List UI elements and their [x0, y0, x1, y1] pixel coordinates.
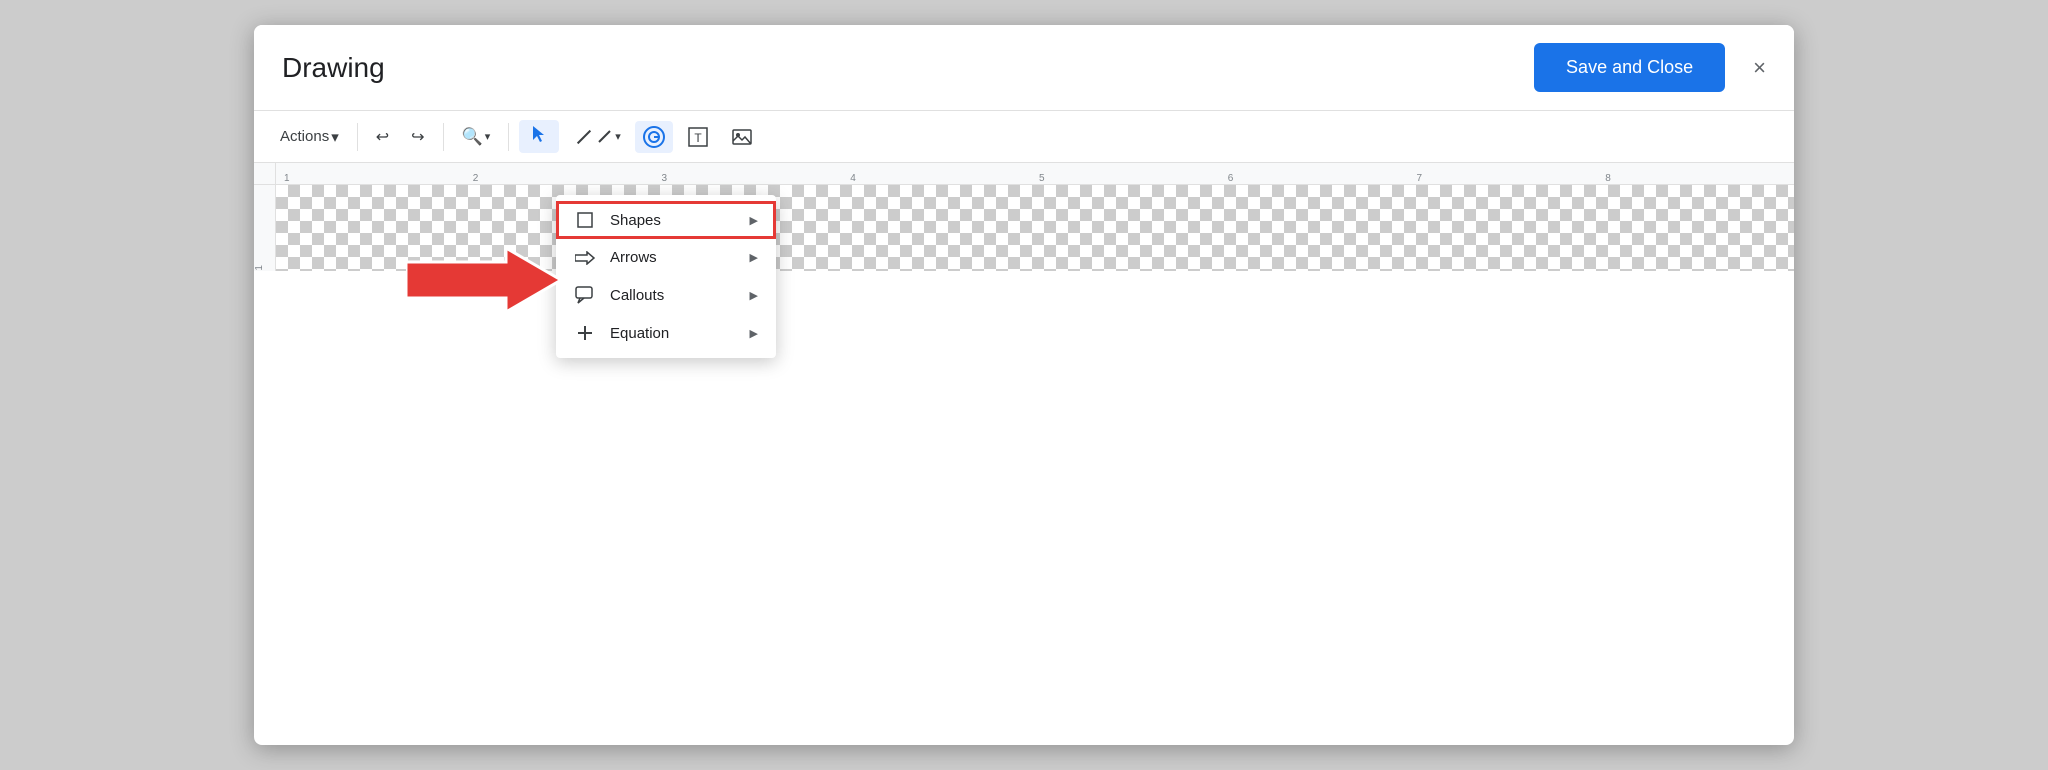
menu-item-arrows[interactable]: Arrows ▶ [556, 239, 776, 276]
arrows-menu-icon [574, 251, 596, 265]
redo-button[interactable]: ↪ [403, 122, 432, 152]
toolbar-separator-1 [357, 123, 358, 151]
ruler-top: 1 2 3 4 5 6 7 8 [276, 163, 1794, 184]
ruler-left: 1 [254, 185, 276, 271]
insert-shapes-icon [643, 126, 665, 148]
undo-icon: ↩ [376, 127, 389, 147]
line-tool-icon [597, 129, 613, 145]
menu-item-callouts[interactable]: Callouts ▶ [556, 276, 776, 314]
line-dropdown-arrow: ▾ [615, 130, 621, 143]
text-tool-icon: T [687, 126, 709, 148]
drawing-dialog: Drawing Save and Close × Actions ▾ ↩ ↪ 🔍… [254, 25, 1794, 745]
ruler-mark-8: 8 [1605, 173, 1794, 184]
drawing-canvas[interactable]: Shapes ▶ Arrows ▶ [276, 185, 1794, 271]
equation-menu-label: Equation [610, 325, 736, 342]
red-arrow-annotation [406, 240, 566, 325]
canvas-area: 1 2 3 4 5 6 7 8 1 [254, 163, 1794, 745]
cursor-icon [529, 124, 549, 149]
ruler-mark-4: 4 [850, 173, 1039, 184]
dialog-title: Drawing [282, 52, 385, 84]
actions-label: Actions [280, 128, 329, 145]
toolbar-separator-2 [443, 123, 444, 151]
shapes-menu-arrow: ▶ [750, 214, 758, 227]
line-tool-button[interactable]: ▾ [565, 124, 629, 150]
toolbar-separator-3 [508, 123, 509, 151]
select-tool-button[interactable] [519, 120, 559, 153]
image-tool-button[interactable] [723, 121, 761, 153]
redo-icon: ↪ [411, 127, 424, 147]
callouts-menu-arrow: ▶ [750, 289, 758, 302]
insert-shapes-button[interactable] [635, 121, 673, 153]
callouts-menu-label: Callouts [610, 287, 736, 304]
ruler-corner [254, 163, 276, 184]
zoom-icon: 🔍 [462, 127, 483, 147]
ruler-mark-5: 5 [1039, 173, 1228, 184]
line-icon [577, 129, 591, 143]
ruler-mark-1: 1 [284, 173, 473, 184]
zoom-button[interactable]: 🔍 ▾ [454, 122, 499, 152]
shapes-menu-icon [574, 211, 596, 229]
toolbar: Actions ▾ ↩ ↪ 🔍 ▾ [254, 111, 1794, 163]
svg-text:T: T [694, 131, 702, 145]
ruler-mark-3: 3 [662, 173, 851, 184]
dropdown-menu: Shapes ▶ Arrows ▶ [556, 195, 776, 358]
equation-menu-arrow: ▶ [750, 327, 758, 340]
dialog-header: Drawing Save and Close × [254, 25, 1794, 111]
ruler-mark-2: 2 [473, 173, 662, 184]
menu-item-shapes[interactable]: Shapes ▶ [556, 201, 776, 239]
equation-menu-icon [574, 324, 596, 342]
ruler-mark-7: 7 [1417, 173, 1606, 184]
actions-button[interactable]: Actions ▾ [272, 123, 347, 151]
undo-button[interactable]: ↩ [368, 122, 397, 152]
menu-item-equation[interactable]: Equation ▶ [556, 314, 776, 352]
save-close-button[interactable]: Save and Close [1534, 43, 1725, 92]
shapes-menu-label: Shapes [610, 212, 736, 229]
image-tool-icon [731, 126, 753, 148]
zoom-dropdown-arrow: ▾ [485, 130, 491, 143]
ruler-mark-v1: 1 [254, 265, 265, 271]
actions-dropdown-arrow: ▾ [331, 128, 339, 146]
ruler-mark-6: 6 [1228, 173, 1417, 184]
text-tool-button[interactable]: T [679, 121, 717, 153]
arrows-menu-label: Arrows [610, 249, 736, 266]
arrows-menu-arrow: ▶ [750, 251, 758, 264]
close-icon[interactable]: × [1753, 57, 1766, 79]
callouts-menu-icon [574, 286, 596, 304]
